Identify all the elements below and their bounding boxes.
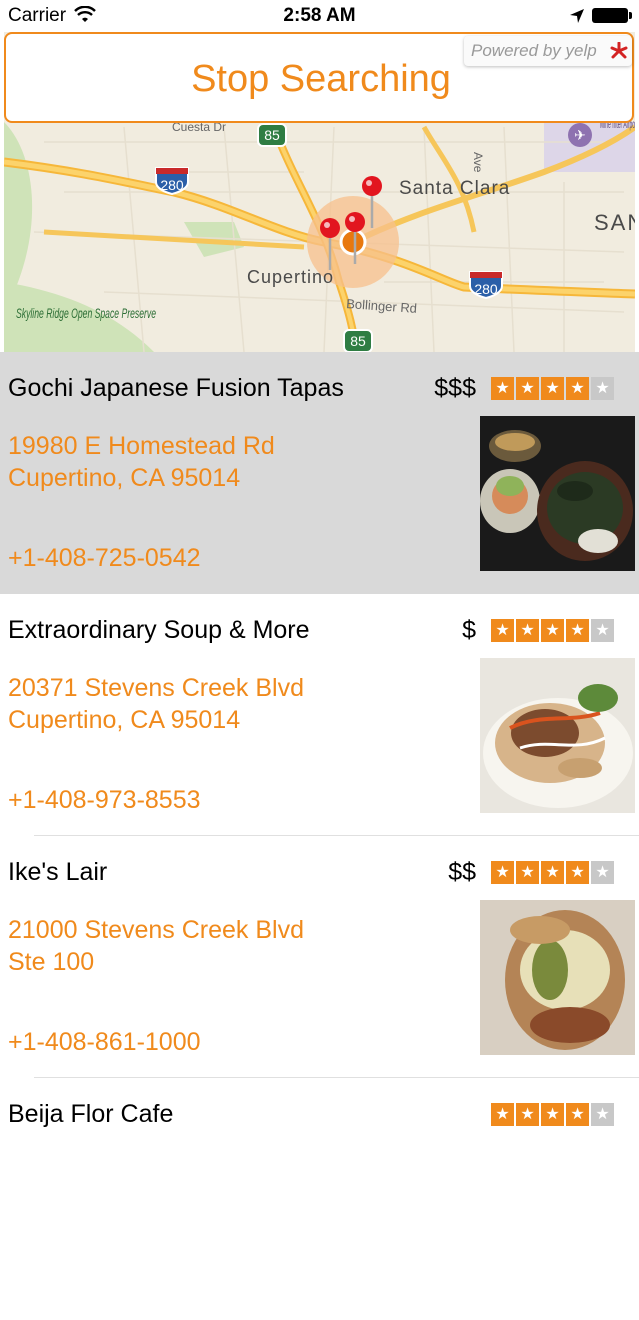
battery-icon — [592, 8, 632, 23]
yelp-burst-icon — [610, 42, 628, 59]
address-line1: 21000 Stevens Creek Blvd — [8, 916, 305, 944]
business-name: Gochi Japanese Fusion Tapas — [8, 374, 344, 402]
highway-85-shield-a: 85 — [257, 123, 287, 147]
star-empty-icon: ★ — [591, 1103, 614, 1126]
result-row[interactable]: Beija Flor Cafe ★ ★ ★ ★ ★ — [0, 1078, 639, 1320]
clock: 2:58 AM — [283, 5, 356, 26]
star-icon: ★ — [566, 619, 589, 642]
svg-text:✈: ✈ — [574, 128, 586, 144]
business-phone[interactable]: +1-408-725-0542 — [8, 544, 201, 573]
business-photo — [480, 416, 635, 571]
rating-stars: ★ ★ ★ ★ ★ — [491, 619, 614, 642]
svg-text:85: 85 — [264, 127, 280, 143]
rating-stars: ★ ★ ★ ★ ★ — [491, 377, 614, 400]
rating-stars: ★ ★ ★ ★ ★ — [491, 1103, 614, 1126]
star-empty-icon: ★ — [591, 861, 614, 884]
price-level: $ — [462, 616, 476, 644]
star-empty-icon: ★ — [591, 619, 614, 642]
business-name: Beija Flor Cafe — [8, 1100, 174, 1128]
star-icon: ★ — [541, 619, 564, 642]
location-arrow-icon — [570, 9, 584, 23]
current-location-dot — [339, 228, 367, 256]
star-icon: ★ — [491, 619, 514, 642]
star-empty-icon: ★ — [591, 377, 614, 400]
interstate-280-shield-a: 280 — [155, 167, 189, 196]
address-line2: Cupertino, CA 95014 — [8, 706, 241, 734]
star-icon: ★ — [541, 861, 564, 884]
result-row[interactable]: Gochi Japanese Fusion Tapas $$$ ★ ★ ★ ★ ★ 19… — [0, 352, 639, 594]
star-icon: ★ — [566, 1103, 589, 1126]
status-bar: Carrier 2:58 AM — [0, 0, 639, 32]
price-level: $$$ — [434, 374, 476, 402]
star-icon: ★ — [491, 861, 514, 884]
star-icon: ★ — [516, 619, 539, 642]
map-label-cupertino: Cupertino — [247, 267, 334, 287]
star-icon: ★ — [566, 861, 589, 884]
star-icon: ★ — [541, 1103, 564, 1126]
star-icon: ★ — [516, 377, 539, 400]
business-photo — [480, 658, 635, 813]
map-label-san: SAN — [594, 210, 635, 235]
result-row[interactable]: Ike's Lair $$ ★ ★ ★ ★ ★ 21000 Stevens Creek … — [0, 836, 639, 1078]
business-address[interactable]: 19980 E Homestead Rd Cupertino, CA 95014 — [8, 430, 275, 494]
address-line1: 19980 E Homestead Rd — [8, 432, 275, 460]
business-address[interactable]: 20371 Stevens Creek Blvd Cupertino, CA 9… — [8, 672, 304, 736]
star-icon: ★ — [566, 377, 589, 400]
star-icon: ★ — [491, 1103, 514, 1126]
svg-text:85: 85 — [350, 333, 366, 349]
star-icon: ★ — [516, 1103, 539, 1126]
address-line2: Cupertino, CA 95014 — [8, 464, 241, 492]
star-icon: ★ — [516, 861, 539, 884]
map-label-santa-clara: Santa Clara — [399, 178, 510, 199]
yelp-powered-by: Powered by yelp — [471, 41, 597, 60]
price-level: $$ — [448, 858, 476, 886]
highway-85-shield-b: 85 — [343, 329, 373, 352]
address-line2: Ste 100 — [8, 948, 95, 976]
business-name: Ike's Lair — [8, 858, 108, 886]
yelp-attribution[interactable]: Powered by yelp — [464, 36, 632, 66]
business-phone[interactable]: +1-408-973-8553 — [8, 786, 201, 815]
business-address[interactable]: 21000 Stevens Creek Blvd Ste 100 — [8, 914, 304, 978]
svg-text:280: 280 — [160, 177, 184, 193]
rating-stars: ★ ★ ★ ★ ★ — [491, 861, 614, 884]
star-icon: ★ — [541, 377, 564, 400]
business-phone[interactable]: +1-408-861-1000 — [8, 1028, 201, 1057]
address-line1: 20371 Stevens Creek Blvd — [8, 674, 305, 702]
result-row[interactable]: Extraordinary Soup & More $ ★ ★ ★ ★ ★ 20371 … — [0, 594, 639, 836]
map-label-skyline: Skyline Ridge Open Space Preserve — [16, 305, 156, 321]
svg-text:280: 280 — [474, 281, 498, 297]
business-name: Extraordinary Soup & More — [8, 616, 310, 644]
star-icon: ★ — [491, 377, 514, 400]
interstate-280-shield-b: 280 — [469, 271, 503, 300]
business-photo — [480, 900, 635, 1055]
map-label-ave: Ave — [471, 152, 485, 173]
